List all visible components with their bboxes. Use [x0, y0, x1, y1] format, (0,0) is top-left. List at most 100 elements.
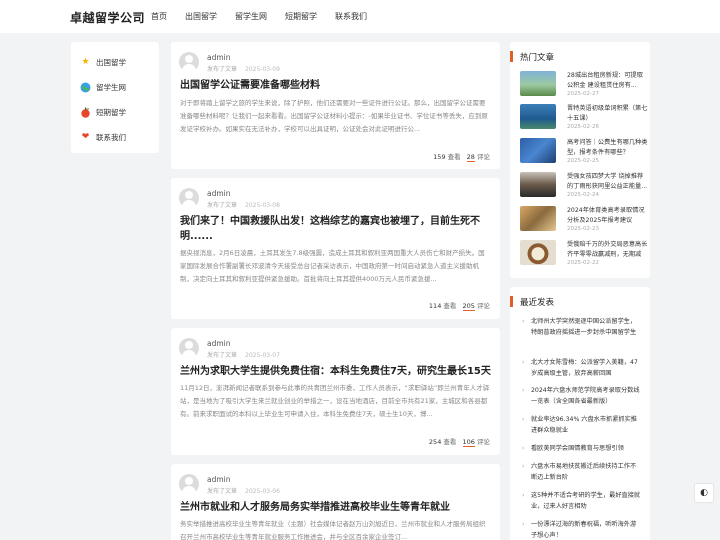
latest-post-title[interactable]: 六盘水市易地扶贫搬迁后续扶持工作不断迈上新台阶	[522, 462, 642, 483]
half-moon-icon: ◐	[700, 488, 708, 498]
star-icon: ★	[81, 57, 90, 67]
post-card: admin 发布了文章 2025-03-09 出国留学公证需要准备哪些材料 对于即…	[171, 42, 500, 169]
latest-post-title[interactable]: 这5种并不适合考研的学生，最好直接就业，过来人好言相劝	[522, 491, 642, 512]
hot-article-item[interactable]: 高考问答｜公费生有哪几种类型，报考条件有哪些？ 2025-02-25	[520, 138, 649, 165]
latest-post-title[interactable]: 北大才女陈雪梅：公派留学入美籍，47岁成高级主管，放弃高薪回国	[522, 358, 642, 379]
latest-post-item[interactable]: 北大才女陈雪梅：公派留学入美籍，47岁成高级主管，放弃高薪回国	[522, 358, 642, 379]
thumb-graduates[interactable]	[520, 172, 556, 197]
sidebar-item-label: 联系我们	[96, 133, 126, 142]
latest-post-title[interactable]: 看欧美同学会国情教育与思想引领	[522, 444, 642, 455]
latest-post-title[interactable]: 一份漂洋过海的新春祝福，听听海外游子想心声！	[522, 520, 642, 540]
latest-post-item[interactable]: 北师州大学突然驱逐中国公派留学生，特朗普政府摇摇进一步封杀中国留学生	[522, 317, 642, 338]
hot-article-title[interactable]: 受强女孩四梦大学 烧掉推荐的丁雨彤获同里公益正能量...	[567, 172, 649, 191]
sidebar-item-label: 留学生网	[96, 83, 126, 92]
post-stats: 254 查看 106 评论	[429, 436, 490, 447]
latest-post-title[interactable]: 北师州大学突然驱逐中国公派留学生，特朗普政府摇摇进一步封杀中国留学生	[522, 317, 642, 338]
view-count: 114	[428, 302, 442, 310]
widget-title: 最近发表	[520, 298, 555, 308]
thumb-city[interactable]	[520, 71, 556, 96]
hot-article-title[interactable]: 晋特英语初级单词积累（第七十五课）	[567, 104, 649, 123]
nav-student-net[interactable]: 留学生网	[235, 11, 267, 22]
hot-article-title[interactable]: 高考问答｜公费生有哪几种类型，报考条件有哪些？	[567, 138, 649, 157]
post-card: admin 发布了文章 2025-03-06 兰州市就业和人才服务局务实举措推进高…	[171, 464, 500, 540]
hot-article-date: 2025-02-22	[567, 260, 599, 266]
heart-icon: ❤	[81, 132, 90, 142]
hot-article-item[interactable]: 受强女孩四梦大学 烧掉推荐的丁雨彤获同里公益正能量... 2025-02-24	[520, 172, 649, 199]
avatar[interactable]	[179, 338, 199, 358]
post-date: 2025-03-08	[245, 202, 280, 209]
latest-post-item[interactable]: 一份漂洋过海的新春祝福，听听海外游子想心声！	[522, 520, 642, 540]
sidebar-item-contact[interactable]: ❤ 联系我们	[71, 125, 159, 150]
latest-post-item[interactable]: 看欧美同学会国情教育与思想引领	[522, 444, 642, 455]
avatar[interactable]	[179, 474, 199, 494]
latest-post-item[interactable]: 2024年六盘水师范学院高考录取分数线一览表（含全国各省最新版）	[522, 386, 642, 407]
latest-post-item[interactable]: 这5种并不适合考研的学生，最好直接就业，过来人好言相劝	[522, 491, 642, 512]
thumb-ocean[interactable]	[520, 104, 556, 129]
hot-article-item[interactable]: 28城出台租房新规：可提取公积金 建设租赁住房有... 2025-02-27	[520, 71, 646, 98]
nav-contact[interactable]: 联系我们	[335, 11, 367, 22]
globe-icon	[80, 82, 91, 93]
post-excerpt: 11月12日，澎湃新闻记者联系到参与此事的共青团兰州市委，工作人员表示，“求职驿…	[180, 384, 490, 418]
hot-article-title[interactable]: 2024年体育类高考录取情况分析及2025年报考建议	[567, 206, 649, 225]
latest-post-item[interactable]: 六盘水市易地扶贫搬迁后续扶持工作不断迈上新台阶	[522, 462, 642, 483]
post-author[interactable]: admin	[207, 189, 231, 198]
theme-toggle-button[interactable]: ◐	[694, 483, 714, 503]
avatar[interactable]	[179, 188, 199, 208]
post-author[interactable]: admin	[207, 53, 231, 62]
post-published: 发布了文章 2025-03-07	[207, 352, 280, 359]
latest-post-title[interactable]: 就业率达96.34% 六盘水市抓紧抓实推进群众稳就业	[522, 415, 642, 436]
post-author[interactable]: admin	[207, 339, 231, 348]
post-title[interactable]: 出国留学公证需要准备哪些材料	[180, 78, 492, 93]
hot-articles-widget: 热门文章 28城出台租房新规：可提取公积金 建设租赁住房有... 2025-02…	[510, 42, 650, 278]
nav-home[interactable]: 首页	[151, 11, 167, 22]
hot-article-item[interactable]: 2024年体育类高考录取情况分析及2025年报考建议 2025-02-23	[520, 206, 646, 233]
comment-count[interactable]: 28	[466, 153, 475, 162]
post-excerpt: 据央视消息，2月6日凌晨，土耳其发生7.8级强震，造成土耳其和叙利亚两国重大人员…	[180, 249, 485, 283]
post-title[interactable]: 兰州为求职大学生提供免费住宿：本科生免费住7天，研究生最长15天	[180, 364, 492, 379]
comment-count[interactable]: 205	[462, 302, 475, 311]
post-title[interactable]: 我们来了！中国救援队出发！这档综艺的嘉宾也被埋了，目前生死不明......	[180, 214, 492, 244]
post-stats: 159 查看 28 评论	[433, 151, 490, 162]
post-published: 发布了文章 2025-03-09	[207, 66, 280, 73]
latest-post-item[interactable]: 就业率达96.34% 六盘水市抓紧抓实推进群众稳就业	[522, 415, 642, 436]
category-sidebar: ★ 出国留学 留学生网 短期留学 ❤ 联系我们	[71, 42, 159, 153]
view-label: 查看	[447, 153, 461, 161]
sidebar-item-label: 短期留学	[96, 108, 126, 117]
site-header: 卓越留学公司 首页 出国留学 留学生网 短期留学 联系我们	[0, 0, 720, 33]
widget-title: 热门文章	[520, 53, 555, 63]
comment-label: 评论	[477, 302, 490, 310]
latest-posts-widget: 最近发表 北师州大学突然驱逐中国公派留学生，特朗普政府摇摇进一步封杀中国留学生 …	[510, 287, 650, 540]
sidebar-item-study-abroad[interactable]: ★ 出国留学	[71, 50, 159, 75]
thumb-desk[interactable]	[520, 206, 556, 231]
post-excerpt: 对于即将踏上留学之旅的学生来说，除了护照，他们还需要对一些证件进行公证。那么，出…	[180, 99, 488, 133]
hot-article-item[interactable]: 晋特英语初级单词积累（第七十五课） 2025-02-26	[520, 104, 649, 131]
hot-article-date: 2025-02-23	[567, 226, 599, 232]
comment-label: 评论	[477, 438, 490, 446]
nav-short-term[interactable]: 短期留学	[285, 11, 317, 22]
hot-article-title[interactable]: 28城出台租房新规：可提取公积金 建设租赁住房有...	[567, 71, 649, 90]
post-author[interactable]: admin	[207, 475, 231, 484]
post-date: 2025-03-07	[245, 352, 280, 359]
hot-article-item[interactable]: 受俄赔千万的外交局恶意高长齐平零零战赢减刑，无期减为... 2025-02-22	[520, 240, 649, 267]
thumb-coffee[interactable]	[520, 240, 556, 265]
post-title[interactable]: 兰州市就业和人才服务局务实举措推进高校毕业生等青年就业	[180, 500, 492, 515]
site-logo[interactable]: 卓越留学公司	[70, 9, 145, 26]
avatar[interactable]	[179, 52, 199, 72]
accent-bar	[510, 51, 513, 62]
thumb-laptop[interactable]	[520, 138, 556, 163]
sidebar-item-short-term[interactable]: 短期留学	[71, 100, 159, 125]
sidebar-item-student-net[interactable]: 留学生网	[71, 75, 159, 100]
accent-bar	[510, 296, 513, 307]
view-label: 查看	[443, 302, 457, 310]
apple-icon	[80, 107, 91, 118]
latest-post-title[interactable]: 2024年六盘水师范学院高考录取分数线一览表（含全国各省最新版）	[522, 386, 642, 407]
main-nav: 首页 出国留学 留学生网 短期留学 联系我们	[151, 11, 367, 22]
nav-study-abroad[interactable]: 出国留学	[185, 11, 217, 22]
hot-article-date: 2025-02-27	[567, 91, 599, 97]
comment-count[interactable]: 106	[462, 438, 475, 447]
hot-article-date: 2025-02-24	[567, 192, 599, 198]
view-label: 查看	[443, 438, 457, 446]
hot-article-title[interactable]: 受俄赔千万的外交局恶意高长齐平零零战赢减刑，无期减为...	[567, 240, 649, 259]
post-published: 发布了文章 2025-03-06	[207, 488, 280, 495]
post-stats: 114 查看 205 评论	[428, 300, 490, 311]
